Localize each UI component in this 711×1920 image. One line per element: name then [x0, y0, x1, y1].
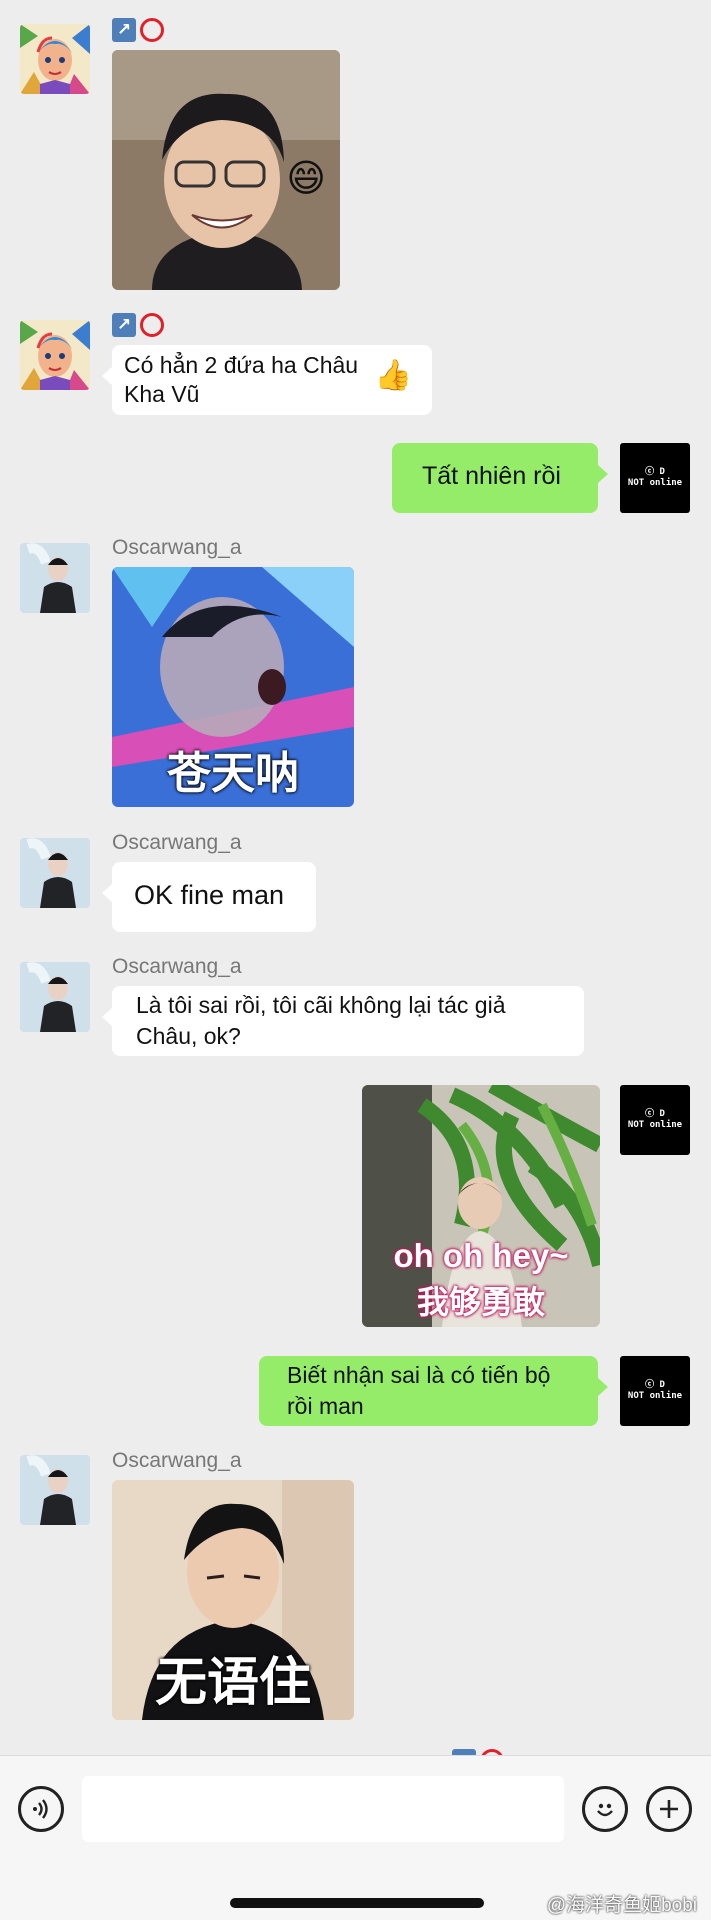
message-text-line: rồi man — [287, 1393, 364, 1419]
sticker-laughing-boy[interactable]: 😄 — [112, 50, 340, 290]
my-avatar-line: NOT online — [627, 478, 683, 488]
badge-row: ↗ — [112, 17, 164, 43]
my-avatar[interactable]: ⓒ D NOT online — [620, 1085, 690, 1155]
contact-avatar-oscar[interactable] — [20, 543, 90, 613]
my-avatar-line: ⓒ D — [645, 1109, 665, 1119]
message-bubble[interactable]: Có hẳn 2 đứa ha Châu Kha Vũ 👍 — [102, 345, 432, 415]
sender-name: Oscarwang_a — [112, 955, 242, 978]
sender-name: Oscarwang_a — [112, 1449, 242, 1472]
sticker-speechless[interactable]: 无语住 — [112, 1480, 354, 1720]
sender-name: Oscarwang_a — [112, 536, 242, 559]
grinning-emoji-icon: 😄 — [286, 158, 326, 200]
message-bubble[interactable]: Tất nhiên rồi — [392, 443, 608, 513]
message-bubble[interactable]: OK fine man — [102, 862, 316, 932]
sticker-shocked[interactable]: 苍天呐 — [112, 567, 354, 807]
red-ring-icon — [140, 18, 164, 42]
contact-avatar-oscar[interactable] — [20, 838, 90, 908]
my-avatar-line: ⓒ D — [645, 467, 665, 477]
watermark: @海洋奇鱼姬bobi — [546, 1895, 697, 1916]
message-text-line: Châu, ok? — [136, 1023, 241, 1049]
my-avatar[interactable]: ⓒ D NOT online — [620, 1356, 690, 1426]
message-bubble[interactable]: Biết nhận sai là có tiến bộ rồi man — [259, 1356, 608, 1426]
message-bubble[interactable]: Là tôi sai rồi, tôi cãi không lại tác gi… — [102, 986, 584, 1056]
sticker-caption: 我够勇敢 — [416, 1284, 545, 1320]
badge-row: ↗ — [112, 312, 164, 338]
my-avatar-line: NOT online — [627, 1391, 683, 1401]
arrow-badge-icon: ↗ — [112, 18, 136, 42]
sticker-caption: oh oh hey~ — [393, 1237, 569, 1274]
thumbs-up-emoji-icon: 👍 — [374, 359, 412, 392]
arrow-badge-icon: ↗ — [112, 313, 136, 337]
message-text-line: Là tôi sai rồi, tôi cãi không lại tác gi… — [136, 992, 506, 1018]
sender-name: Oscarwang_a — [112, 831, 242, 854]
sticker-caption: 苍天呐 — [167, 749, 299, 798]
contact-avatar-art[interactable] — [20, 24, 90, 94]
contact-avatar-art[interactable] — [20, 320, 90, 390]
message-text-line: Biết nhận sai là có tiến bộ — [287, 1362, 551, 1388]
my-avatar[interactable]: ⓒ D NOT online — [620, 443, 690, 513]
contact-avatar-oscar[interactable] — [20, 962, 90, 1032]
message-text: Tất nhiên rồi — [422, 462, 561, 490]
message-text: OK fine man — [134, 880, 285, 910]
home-indicator — [230, 1898, 484, 1908]
sticker-oh-hey[interactable]: oh oh hey~ 我够勇敢 — [362, 1085, 600, 1327]
contact-avatar-oscar[interactable] — [20, 1455, 90, 1525]
emoji-icon[interactable] — [582, 1786, 628, 1832]
red-ring-icon — [140, 313, 164, 337]
plus-icon[interactable] — [646, 1786, 692, 1832]
my-avatar-line: ⓒ D — [645, 1380, 665, 1390]
my-avatar-line: NOT online — [627, 1120, 683, 1130]
message-input[interactable] — [82, 1776, 564, 1842]
chat-area: ↗ 😄 ↗ Có hẳn 2 đứa ha Châu Kha Vũ 👍 Tất … — [0, 0, 711, 1755]
badge-row: ↗ — [452, 1748, 504, 1755]
sticker-caption: 无语住 — [154, 1654, 311, 1712]
voice-icon[interactable] — [18, 1786, 64, 1832]
